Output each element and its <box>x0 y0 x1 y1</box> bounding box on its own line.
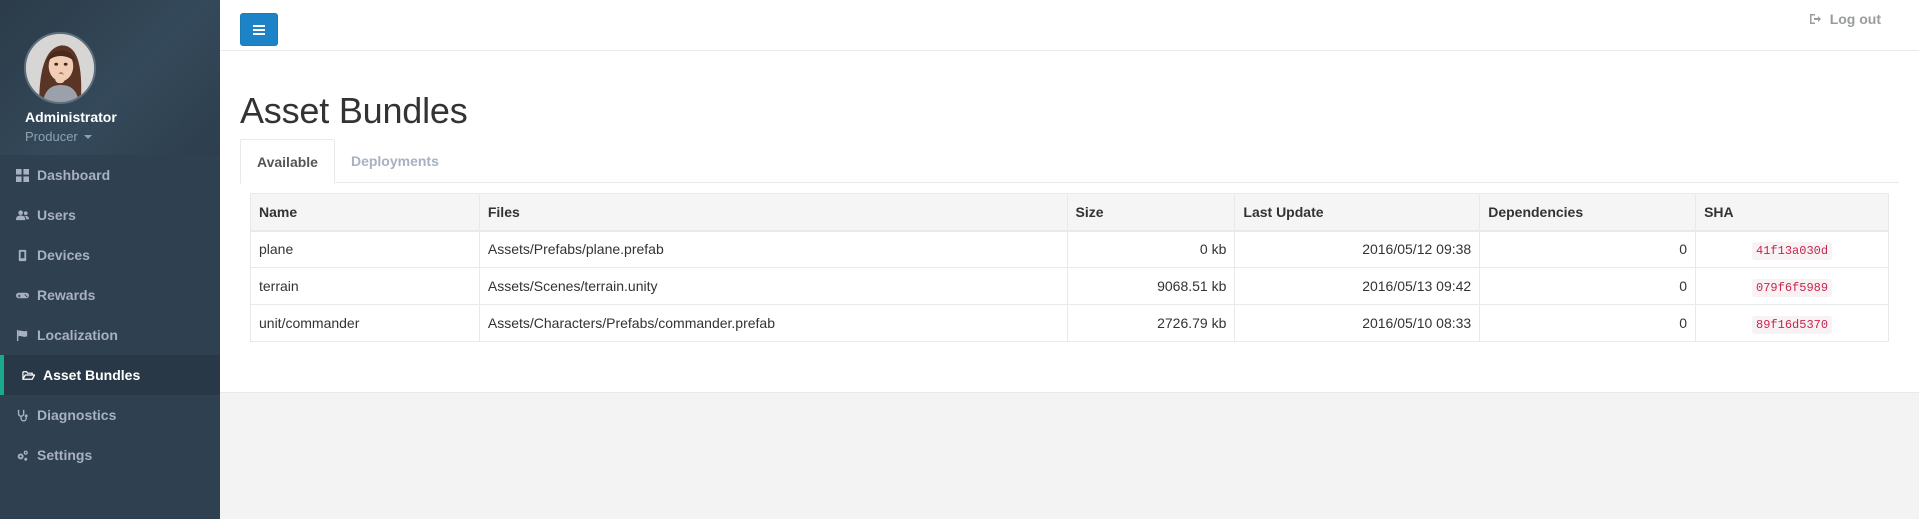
cogs-icon <box>15 448 29 462</box>
sidebar-item-label: Asset Bundles <box>43 367 141 383</box>
sidebar-item-label: Dashboard <box>37 167 111 183</box>
bars-icon <box>253 24 265 35</box>
sidebar-item-label: Users <box>37 207 76 223</box>
cell-files: Assets/Scenes/terrain.unity <box>478 267 1068 305</box>
cell-sha: 41f13a030d <box>1695 230 1889 268</box>
sidebar-item-asset-bundles[interactable]: Asset Bundles <box>0 355 220 395</box>
table-row[interactable]: plane Assets/Prefabs/plane.prefab 0 kb 2… <box>250 230 1889 268</box>
sidebar-item-devices[interactable]: Devices <box>0 235 220 275</box>
sha-code: 41f13a030d <box>1752 241 1833 260</box>
logout-link[interactable]: Log out <box>1809 11 1881 27</box>
sidebar-item-settings[interactable]: Settings <box>0 435 220 475</box>
column-header[interactable]: Last Update <box>1234 193 1481 232</box>
sidebar-item-label: Settings <box>37 447 93 463</box>
table-container: Name Files Size Last Update Dependencies… <box>240 183 1899 342</box>
menu-toggle-button[interactable] <box>240 13 278 46</box>
users-icon <box>15 208 29 222</box>
user-role-dropdown[interactable]: Producer <box>25 129 92 144</box>
table-header-row: Name Files Size Last Update Dependencies… <box>250 193 1889 232</box>
caret-down-icon <box>83 134 92 139</box>
profile-panel: Administrator Producer <box>0 0 220 155</box>
sidebar: Administrator Producer Dashboard Users D… <box>0 0 220 519</box>
sidebar-item-localization[interactable]: Localization <box>0 315 220 355</box>
table-row[interactable]: terrain Assets/Scenes/terrain.unity 9068… <box>250 267 1889 305</box>
cell-size: 2726.79 kb <box>1066 304 1236 342</box>
sidebar-item-dashboard[interactable]: Dashboard <box>0 155 220 195</box>
cell-name: unit/commander <box>250 304 480 342</box>
column-header[interactable]: Files <box>478 193 1068 232</box>
cell-last-update: 2016/05/13 09:42 <box>1234 267 1481 305</box>
cell-last-update: 2016/05/10 08:33 <box>1234 304 1481 342</box>
avatar-image <box>26 34 94 102</box>
cell-sha: 079f6f5989 <box>1695 267 1889 305</box>
avatar[interactable] <box>24 32 96 104</box>
sidebar-item-label: Devices <box>37 247 90 263</box>
cell-dependencies: 0 <box>1479 230 1697 268</box>
column-header[interactable]: Name <box>250 193 480 232</box>
sha-code: 89f16d5370 <box>1752 315 1833 334</box>
sidebar-item-label: Localization <box>37 327 118 343</box>
cell-sha: 89f16d5370 <box>1695 304 1889 342</box>
sign-out-icon <box>1809 14 1821 24</box>
page-title: Asset Bundles <box>240 90 468 131</box>
sidebar-item-diagnostics[interactable]: Diagnostics <box>0 395 220 435</box>
asset-bundles-table: Name Files Size Last Update Dependencies… <box>250 193 1889 342</box>
gamepad-icon <box>15 288 29 302</box>
column-header[interactable]: Size <box>1066 193 1236 232</box>
column-header[interactable]: SHA <box>1695 193 1889 232</box>
page-content: Asset Bundles Available Deployments Name <box>220 51 1919 393</box>
user-name: Administrator <box>25 109 117 125</box>
flag-icon <box>15 328 29 342</box>
tab-bar: Available Deployments <box>240 139 1899 184</box>
cell-dependencies: 0 <box>1479 267 1697 305</box>
tab-available[interactable]: Available <box>240 139 335 184</box>
mobile-icon <box>15 248 29 262</box>
dashboard-icon <box>15 168 29 182</box>
cell-last-update: 2016/05/12 09:38 <box>1234 230 1481 268</box>
sidebar-nav: Dashboard Users Devices Rewards Localiza… <box>0 155 220 475</box>
cell-name: terrain <box>250 267 480 305</box>
logout-label: Log out <box>1829 11 1881 27</box>
tab-deployments[interactable]: Deployments <box>335 139 455 183</box>
main-area: Log out Asset Bundles Available Deployme… <box>220 0 1919 519</box>
cell-files: Assets/Characters/Prefabs/commander.pref… <box>478 304 1068 342</box>
sidebar-item-rewards[interactable]: Rewards <box>0 275 220 315</box>
sidebar-item-users[interactable]: Users <box>0 195 220 235</box>
folder-open-icon <box>21 368 35 382</box>
column-header[interactable]: Dependencies <box>1479 193 1697 232</box>
user-role: Producer <box>25 129 78 144</box>
sidebar-item-label: Rewards <box>37 287 96 303</box>
sha-code: 079f6f5989 <box>1752 278 1833 297</box>
cell-name: plane <box>250 230 480 268</box>
cell-dependencies: 0 <box>1479 304 1697 342</box>
top-navbar: Log out <box>220 0 1919 51</box>
cell-files: Assets/Prefabs/plane.prefab <box>478 230 1068 268</box>
stethoscope-icon <box>15 408 29 422</box>
sidebar-item-label: Diagnostics <box>37 407 117 423</box>
table-row[interactable]: unit/commander Assets/Characters/Prefabs… <box>250 304 1889 342</box>
cell-size: 9068.51 kb <box>1066 267 1236 305</box>
cell-size: 0 kb <box>1066 230 1236 268</box>
